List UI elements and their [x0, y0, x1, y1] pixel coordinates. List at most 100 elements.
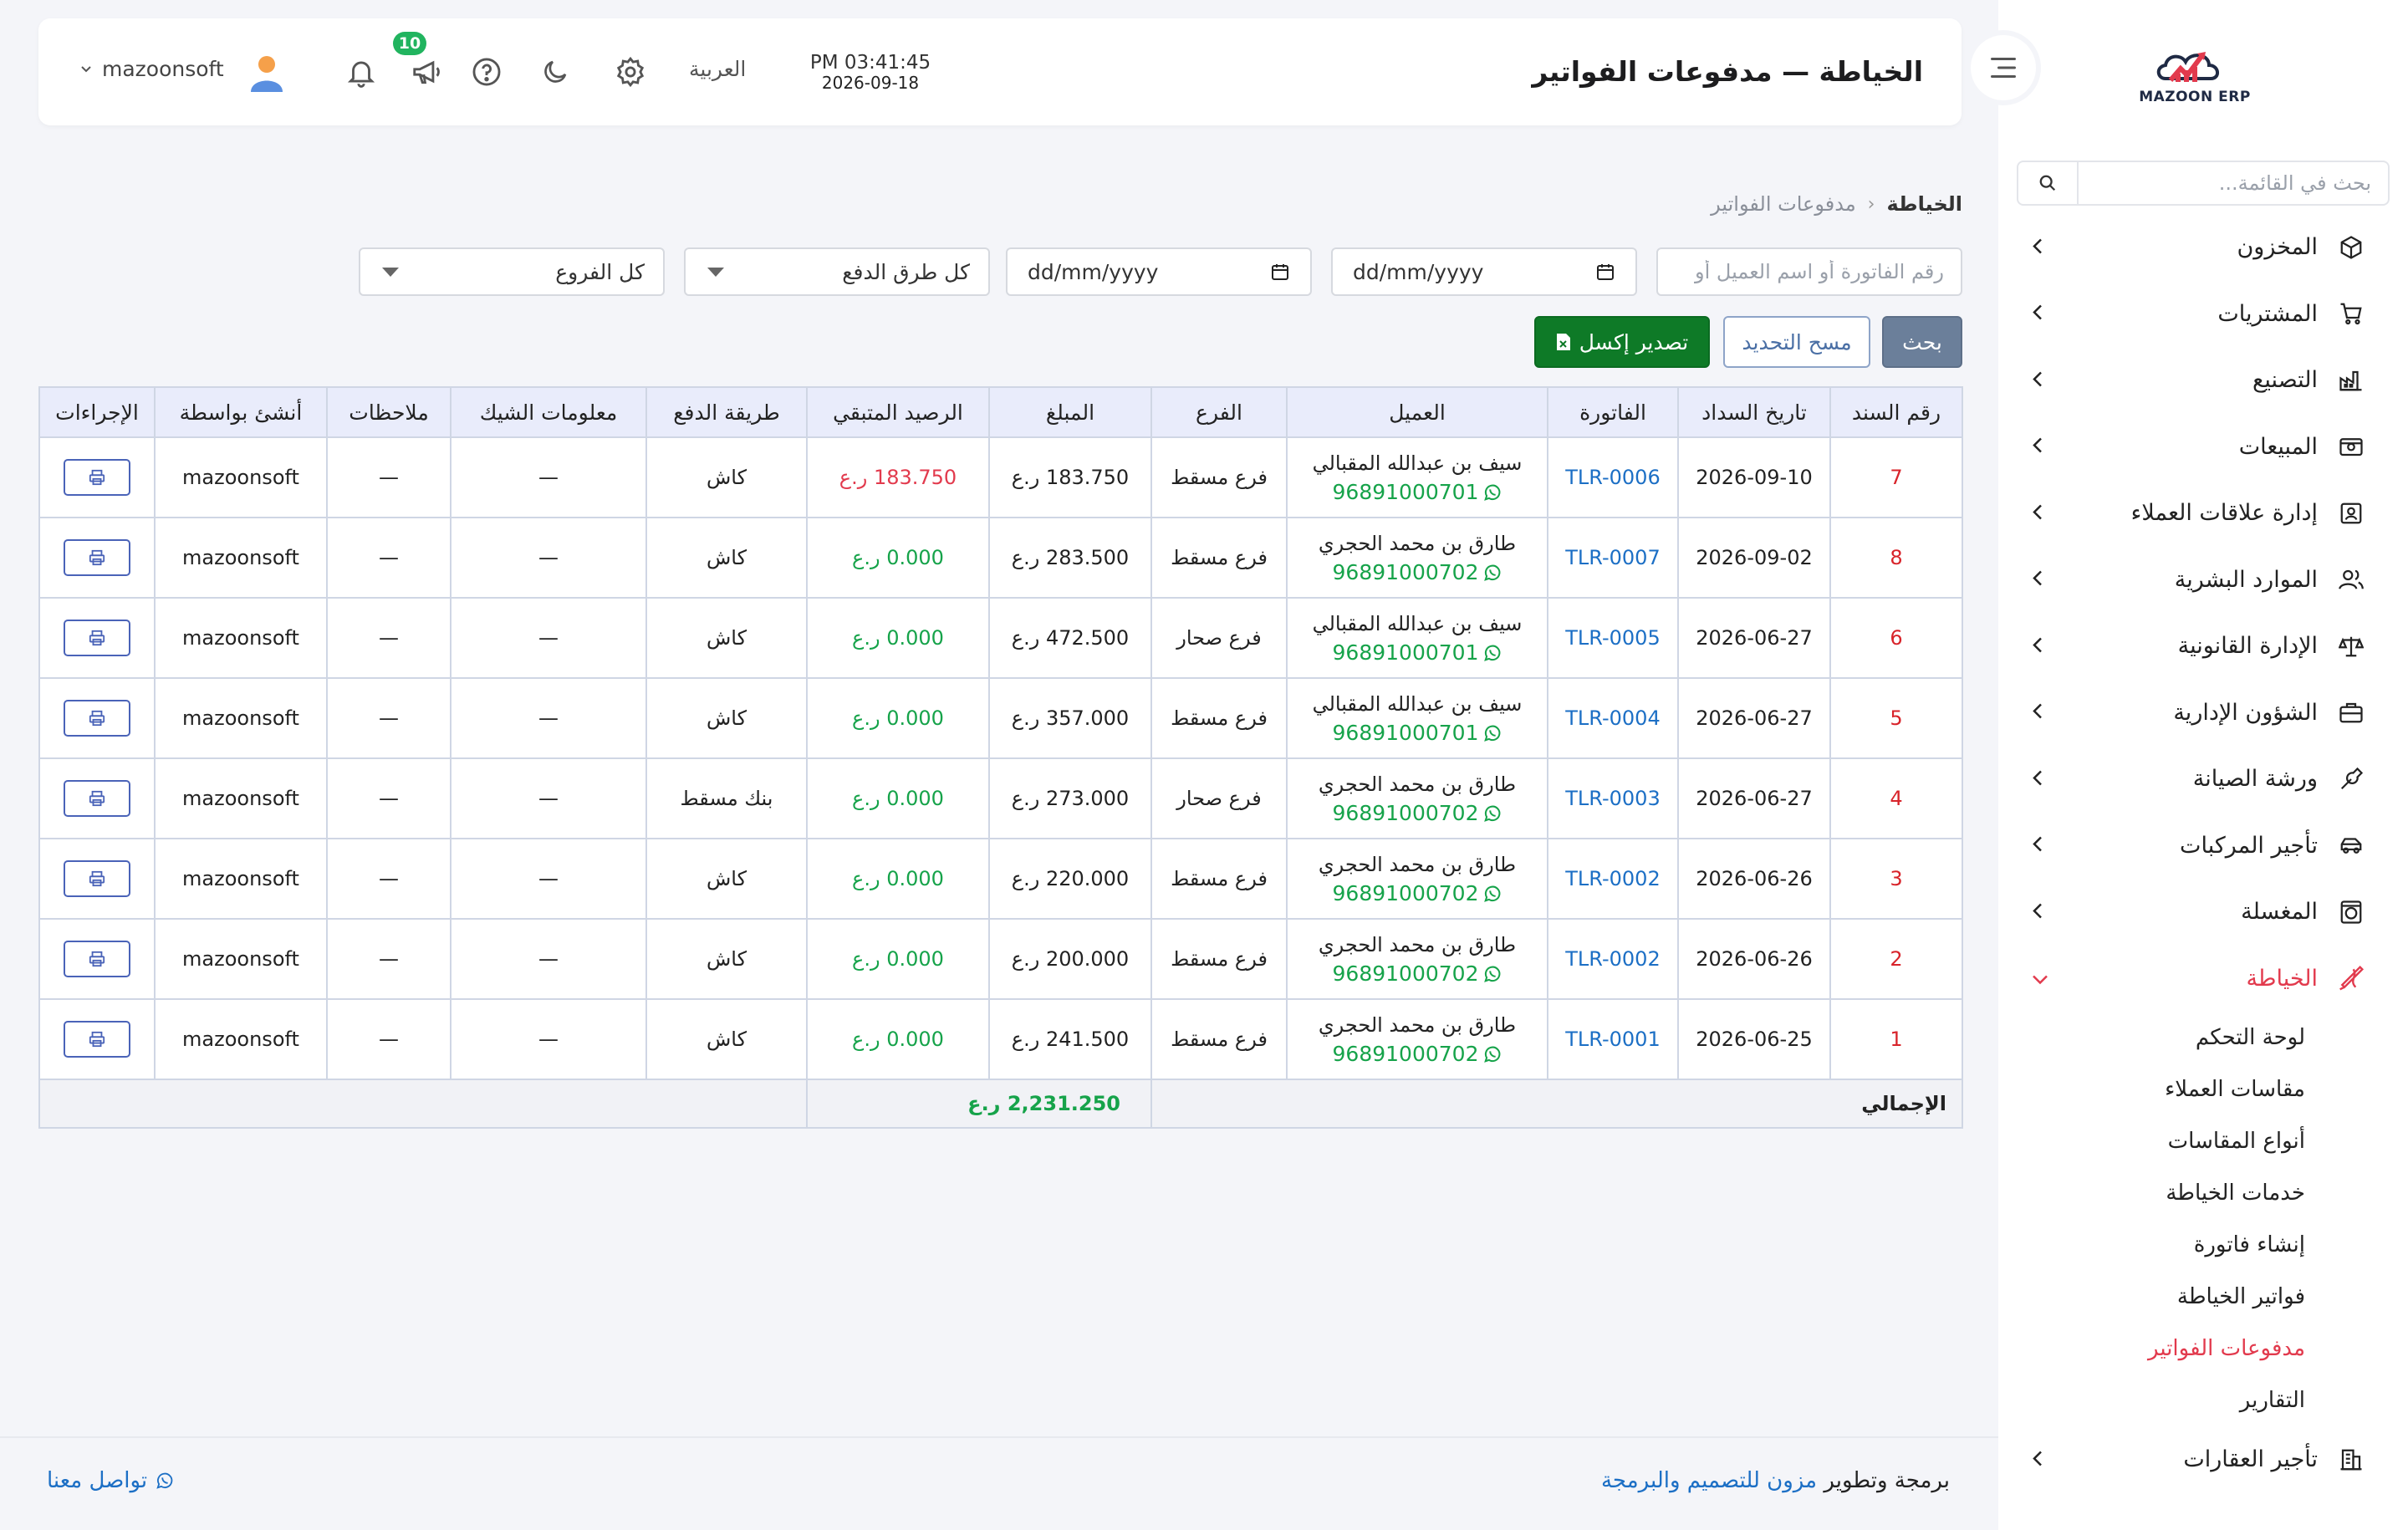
chevron-left-icon	[2032, 633, 2043, 659]
avatar[interactable]	[246, 52, 288, 94]
submenu-item-measurement-types[interactable]: أنواع المقاسات	[1998, 1115, 2408, 1167]
submenu-item-customer-measurements[interactable]: مقاسات العملاء	[1998, 1063, 2408, 1115]
breadcrumb-root[interactable]: الخياطة	[1886, 192, 1962, 216]
customer-phone-link[interactable]: 96891000702	[1288, 558, 1547, 587]
customer-phone-link[interactable]: 96891000701	[1288, 639, 1547, 667]
help-button[interactable]	[468, 54, 505, 90]
invoice-link[interactable]: TLR-0001	[1547, 998, 1679, 1080]
print-button[interactable]	[64, 780, 130, 817]
invoice-link[interactable]: TLR-0006	[1547, 436, 1679, 518]
customer-phone: 96891000701	[1332, 640, 1479, 665]
created-by-cell: mazoonsoft	[154, 757, 328, 839]
customer-name: طارق بن محمد الحجري	[1318, 532, 1517, 555]
sidebar-item-real-estate[interactable]: تأجير العقارات	[1998, 1426, 2408, 1493]
print-button[interactable]	[64, 700, 130, 737]
language-switch[interactable]: العربية	[689, 57, 746, 81]
customer-phone-link[interactable]: 96891000701	[1288, 719, 1547, 747]
sidebar-item-laundry[interactable]: المغسلة	[1998, 879, 2408, 946]
column-header[interactable]: أنشئ بواسطة	[154, 386, 328, 438]
column-header[interactable]: رقم السند	[1829, 386, 1963, 438]
column-header[interactable]: الفاتورة	[1547, 386, 1679, 438]
submenu-item-tailoring-services[interactable]: خدمات الخياطة	[1998, 1167, 2408, 1219]
sidebar-item-crm[interactable]: إدارة علاقات العملاء	[1998, 480, 2408, 547]
factory-icon	[2336, 365, 2366, 395]
column-header[interactable]: المبلغ	[988, 386, 1152, 438]
sidebar-item-hr[interactable]: الموارد البشرية	[1998, 547, 2408, 614]
sidebar-item-label: إدارة علاقات العملاء	[2130, 500, 2318, 527]
sidebar-search-input[interactable]	[2079, 162, 2388, 204]
sidebar-item-legal[interactable]: الإدارة القانونية	[1998, 613, 2408, 680]
table-row: 2 2026-06-26 TLR-0002 طارق بن محمد الحجري 96…	[38, 918, 1963, 1000]
export-excel-button[interactable]: تصدير إكسل	[1534, 316, 1710, 368]
user-menu[interactable]: mazoonsoft	[80, 57, 224, 81]
branch-cell: فرع صحار	[1150, 597, 1288, 679]
print-button[interactable]	[64, 860, 130, 897]
whatsapp-icon	[1484, 805, 1501, 822]
print-button[interactable]	[64, 539, 130, 576]
sidebar-item-maintenance[interactable]: ورشة الصيانة	[1998, 746, 2408, 813]
announcements-button[interactable]	[408, 54, 445, 90]
invoice-link[interactable]: TLR-0002	[1547, 918, 1679, 1000]
chevron-left-icon	[2032, 700, 2043, 726]
amount-cell: 273.000 ر.ع	[988, 757, 1152, 839]
customer-phone-link[interactable]: 96891000702	[1288, 960, 1547, 988]
invoice-link[interactable]: TLR-0004	[1547, 677, 1679, 759]
invoice-link[interactable]: TLR-0007	[1547, 517, 1679, 599]
print-button[interactable]	[64, 620, 130, 656]
footer-brand-link[interactable]: مزون للتصميم والبرمجة	[1601, 1468, 1817, 1493]
sidebar-toggle-button[interactable]	[1971, 35, 2036, 100]
date-from-field[interactable]: dd/mm/yyyy	[1331, 247, 1637, 296]
payment-method-cell: كاش	[645, 517, 808, 599]
sidebar-item-manufacturing[interactable]: التصنيع	[1998, 347, 2408, 414]
amount-cell: 220.000 ر.ع	[988, 838, 1152, 920]
sidebar-item-tailoring[interactable]: الخياطة	[1998, 946, 2408, 1012]
print-button[interactable]	[64, 459, 130, 496]
invoice-link[interactable]: TLR-0005	[1547, 597, 1679, 679]
notifications-button[interactable]	[343, 54, 380, 90]
sidebar-item-admin-affairs[interactable]: الشؤون الإدارية	[1998, 680, 2408, 747]
column-header[interactable]: تاريخ السداد	[1677, 386, 1831, 438]
print-button[interactable]	[64, 941, 130, 977]
calendar-icon[interactable]	[1595, 262, 1615, 282]
contact-us-link[interactable]: تواصل معنا	[47, 1468, 174, 1493]
invoice-link[interactable]: TLR-0002	[1547, 838, 1679, 920]
payment-method-select[interactable]: كل طرق الدفع	[684, 247, 990, 296]
customer-phone-link[interactable]: 96891000702	[1288, 880, 1547, 908]
column-header[interactable]: طريقة الدفع	[645, 386, 808, 438]
app-logo[interactable]: MAZOON ERP	[2132, 37, 2258, 117]
customer-phone-link[interactable]: 96891000702	[1288, 799, 1547, 828]
chevron-left-icon	[2032, 301, 2043, 327]
customer-phone-link[interactable]: 96891000702	[1288, 1040, 1547, 1068]
sidebar-item-purchases[interactable]: المشتريات	[1998, 281, 2408, 348]
column-header[interactable]: ملاحظات	[326, 386, 452, 438]
cheque-info-cell: —	[450, 918, 647, 1000]
date-to-field[interactable]: dd/mm/yyyy	[1006, 247, 1312, 296]
table-row: 5 2026-06-27 TLR-0004 سيف بن عبدالله المقبا…	[38, 677, 1963, 759]
settings-button[interactable]	[612, 54, 649, 90]
submenu-item-dashboard[interactable]: لوحة التحكم	[1998, 1012, 2408, 1063]
column-header[interactable]: العميل	[1286, 386, 1548, 438]
search-icon[interactable]	[2018, 162, 2079, 204]
print-button[interactable]	[64, 1021, 130, 1058]
column-header[interactable]: معلومات الشيك	[450, 386, 647, 438]
search-button[interactable]: بحث	[1882, 316, 1962, 368]
submenu-item-tailoring-invoices[interactable]: فواتير الخياطة	[1998, 1271, 2408, 1323]
invoice-link[interactable]: TLR-0003	[1547, 757, 1679, 839]
notes-cell: —	[326, 918, 452, 1000]
branch-select[interactable]: كل الفروع	[359, 247, 665, 296]
submenu-item-create-invoice[interactable]: إنشاء فاتورة	[1998, 1219, 2408, 1271]
sidebar-item-sales[interactable]: المبيعات	[1998, 414, 2408, 481]
customer-phone-link[interactable]: 96891000701	[1288, 478, 1547, 507]
submenu-item-reports[interactable]: التقارير	[1998, 1374, 2408, 1426]
clear-selection-button[interactable]: مسح التحديد	[1723, 316, 1870, 368]
payment-method-value: كل طرق الدفع	[842, 259, 970, 284]
column-header[interactable]: الفرع	[1150, 386, 1288, 438]
column-header[interactable]: الرصيد المتبقي	[806, 386, 990, 438]
sidebar-item-inventory[interactable]: المخزون	[1998, 214, 2408, 281]
submenu-item-invoice-payments[interactable]: مدفوعات الفواتير	[1998, 1323, 2408, 1374]
dark-mode-button[interactable]	[537, 54, 574, 90]
branch-cell: فرع مسقط	[1150, 677, 1288, 759]
search-input[interactable]	[1658, 260, 1961, 283]
sidebar-item-vehicle-rental[interactable]: تأجير المركبات	[1998, 813, 2408, 880]
calendar-icon[interactable]	[1270, 262, 1290, 282]
